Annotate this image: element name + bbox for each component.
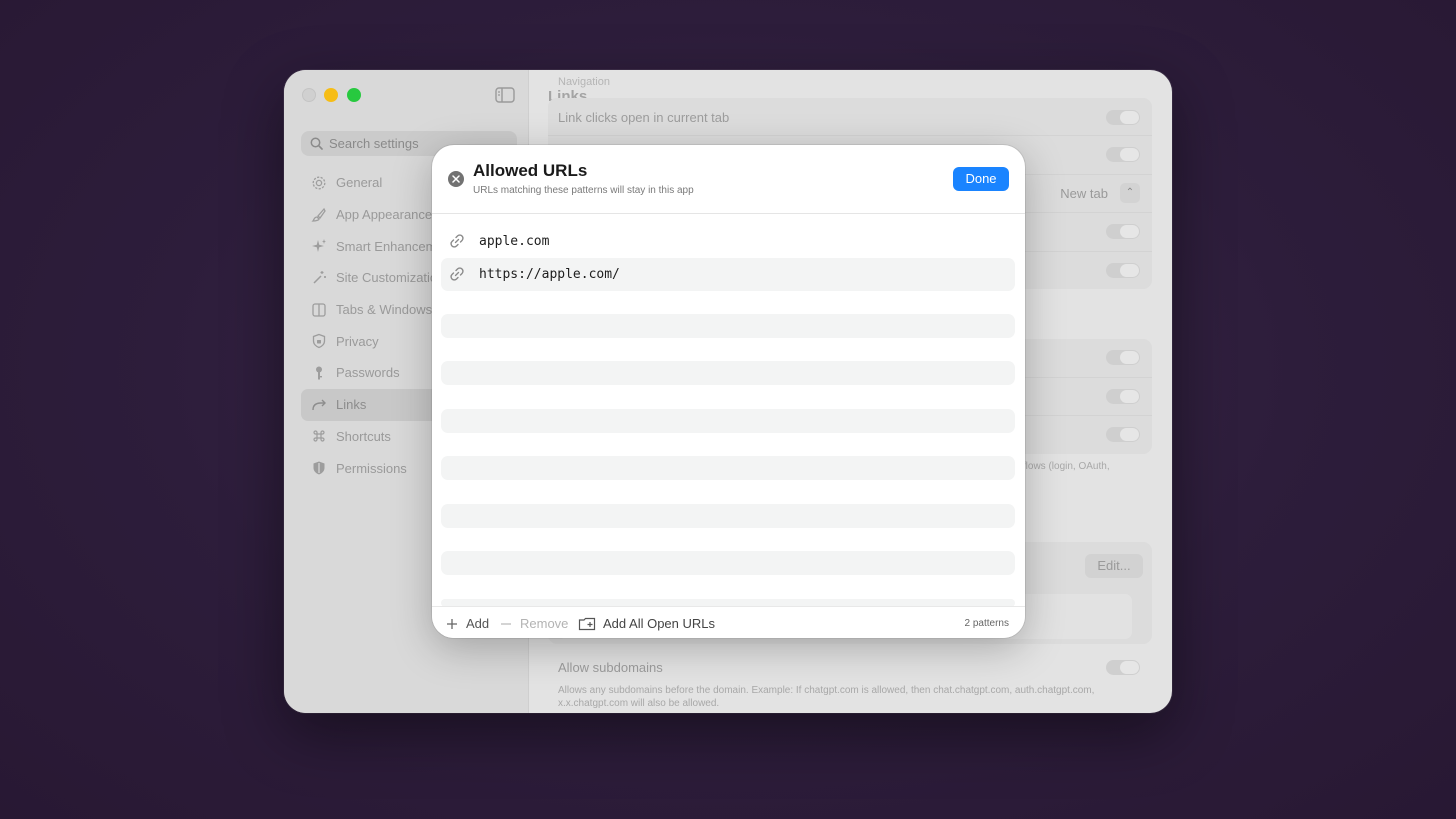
badge-shield-icon — [313, 461, 325, 475]
sidebar-item-label: Shortcuts — [336, 428, 391, 444]
toggle-switch[interactable] — [1106, 427, 1140, 442]
toggle-switch[interactable] — [1106, 262, 1140, 278]
toggle-switch[interactable] — [1106, 350, 1140, 365]
url-list-item[interactable]: https://apple.com/ — [441, 258, 1015, 291]
dialog-subtitle: URLs matching these patterns will stay i… — [473, 185, 694, 196]
chevron-updown-icon[interactable]: ⌃ — [1120, 182, 1140, 203]
dialog-footer: Add Remove Add All Open URLs 2 patterns — [432, 606, 1025, 638]
empty-list-row — [441, 456, 1015, 480]
dialog-title: Allowed URLs — [473, 161, 588, 180]
done-button[interactable]: Done — [953, 167, 1009, 191]
remove-label: Remove — [520, 616, 569, 631]
link-icon — [450, 234, 464, 248]
empty-list-row — [441, 551, 1015, 575]
allowed-urls-dialog: Allowed URLs URLs matching these pattern… — [432, 145, 1025, 638]
url-list-item[interactable]: apple.com — [441, 225, 1015, 258]
toggle-switch[interactable] — [1106, 147, 1140, 162]
pattern-count: 2 patterns — [964, 618, 1009, 629]
add-all-open-urls-button[interactable]: Add All Open URLs — [578, 616, 715, 631]
edit-button[interactable]: Edit... — [1085, 554, 1143, 578]
key-icon — [316, 366, 322, 380]
remove-button[interactable]: Remove — [500, 616, 568, 631]
url-list: apple.com https://apple.com/ — [441, 225, 1015, 291]
window-close-button[interactable] — [302, 88, 316, 102]
empty-list-row — [441, 504, 1015, 528]
dialog-header: Allowed URLs URLs matching these pattern… — [432, 145, 1025, 214]
sidebar-item-label: App Appearance — [336, 207, 433, 223]
window-minimize-button[interactable] — [324, 88, 338, 102]
toggle-switch[interactable] — [1106, 110, 1140, 125]
select-value: New tab — [1060, 185, 1108, 201]
add-label: Add — [466, 616, 490, 631]
add-all-label: Add All Open URLs — [603, 616, 716, 631]
search-placeholder: Search settings — [329, 136, 419, 151]
add-button[interactable]: Add — [446, 616, 489, 631]
url-pattern-text: https://apple.com/ — [479, 267, 620, 282]
empty-list-row — [441, 361, 1015, 385]
sidebar-item-label: Permissions — [336, 460, 407, 476]
sidebar-item-label: Tabs & Windows — [336, 302, 433, 318]
sidebar-item-label: Links — [336, 397, 367, 413]
arrow-turn-icon — [312, 399, 326, 410]
sidebar-item-label: Privacy — [336, 333, 379, 349]
toggle-switch[interactable] — [1106, 224, 1140, 239]
settings-row: Link clicks open in current tab — [548, 98, 1152, 136]
plus-icon — [447, 618, 457, 629]
window-maximize-button[interactable] — [347, 88, 361, 102]
section-header-ghost: Navigation — [558, 76, 610, 88]
search-icon — [310, 137, 323, 150]
shield-icon — [312, 334, 326, 349]
gear-icon — [312, 176, 326, 190]
empty-list-row — [441, 409, 1015, 433]
row-label: Allow subdomains — [558, 660, 663, 675]
tabs-plus-icon — [578, 617, 596, 630]
sidebar-item-label: Passwords — [336, 365, 400, 381]
split-window-icon — [312, 302, 326, 317]
sidebar-toggle-icon[interactable] — [495, 87, 515, 103]
sidebar-item-label: General — [336, 175, 383, 191]
url-pattern-text: apple.com — [479, 234, 550, 249]
close-icon[interactable] — [448, 171, 464, 187]
minus-icon — [501, 622, 511, 625]
sidebar-item-label: Site Customization — [336, 270, 445, 286]
empty-list-row — [441, 314, 1015, 338]
link-icon — [450, 267, 464, 281]
subdomains-toggle[interactable] — [1106, 660, 1140, 675]
row-label: Link clicks open in current tab — [558, 110, 730, 125]
sparkles-icon — [312, 239, 326, 253]
command-icon — [313, 430, 325, 442]
paintbrush-icon — [311, 207, 326, 222]
magic-wand-icon — [313, 270, 326, 284]
toggle-switch[interactable] — [1106, 388, 1140, 404]
subdomains-description: Allows any subdomains before the domain.… — [558, 685, 1095, 709]
